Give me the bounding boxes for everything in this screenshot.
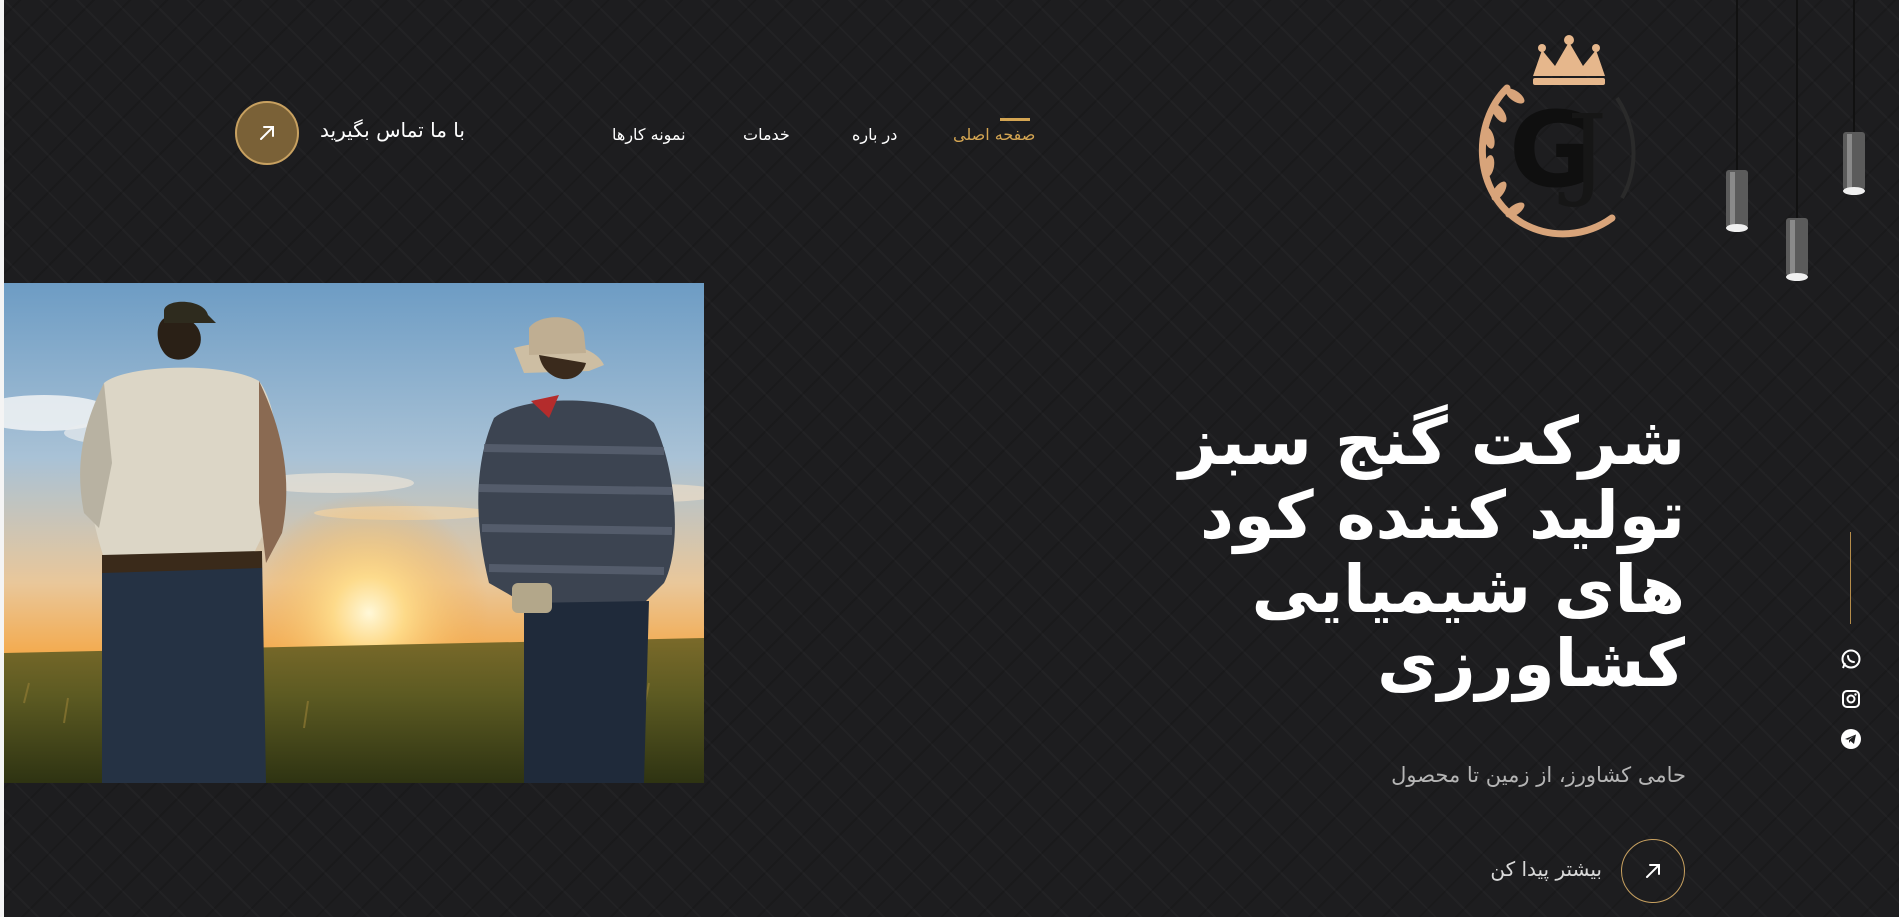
learn-more-label[interactable]: بیشتر پیدا کن [1440,857,1602,881]
pendant-lamp-icon [1726,0,1748,232]
crown-icon [1533,35,1605,85]
logo[interactable]: G J [1447,28,1662,243]
hero-image [4,283,704,783]
hero-title-line: شرکت گنج سبز [1179,403,1685,480]
nav-services[interactable]: خدمات [743,125,790,144]
pendant-lamp-icon [1843,0,1865,195]
active-nav-indicator [1000,118,1030,121]
nav-portfolio[interactable]: نمونه کارها [612,125,686,144]
nav-home[interactable]: صفحه اصلی [953,125,1035,144]
hero-title: شرکت گنج سبز تولید کننده کود های شیمیایی… [1080,405,1685,701]
contact-label[interactable]: با ما تماس بگیرید [320,118,480,142]
telegram-icon[interactable] [1840,728,1862,750]
arrow-up-right-icon [260,126,274,140]
hero-subtitle: حامی کشاورز، از زمین تا محصول [1391,763,1686,787]
hero-title-line: کشاورزی [1377,625,1685,702]
learn-more-button[interactable] [1621,839,1685,903]
pendant-lamp-icon [1786,0,1808,281]
social-divider [1850,532,1851,624]
contact-button[interactable] [235,101,299,165]
hero-title-line: تولید کننده کود [1200,477,1685,554]
hero-title-line: های شیمیایی [1251,551,1685,628]
arrow-up-right-icon [1646,864,1660,878]
nav-about[interactable]: در باره [852,125,897,144]
whatsapp-icon[interactable] [1840,648,1862,670]
instagram-icon[interactable] [1840,688,1862,710]
